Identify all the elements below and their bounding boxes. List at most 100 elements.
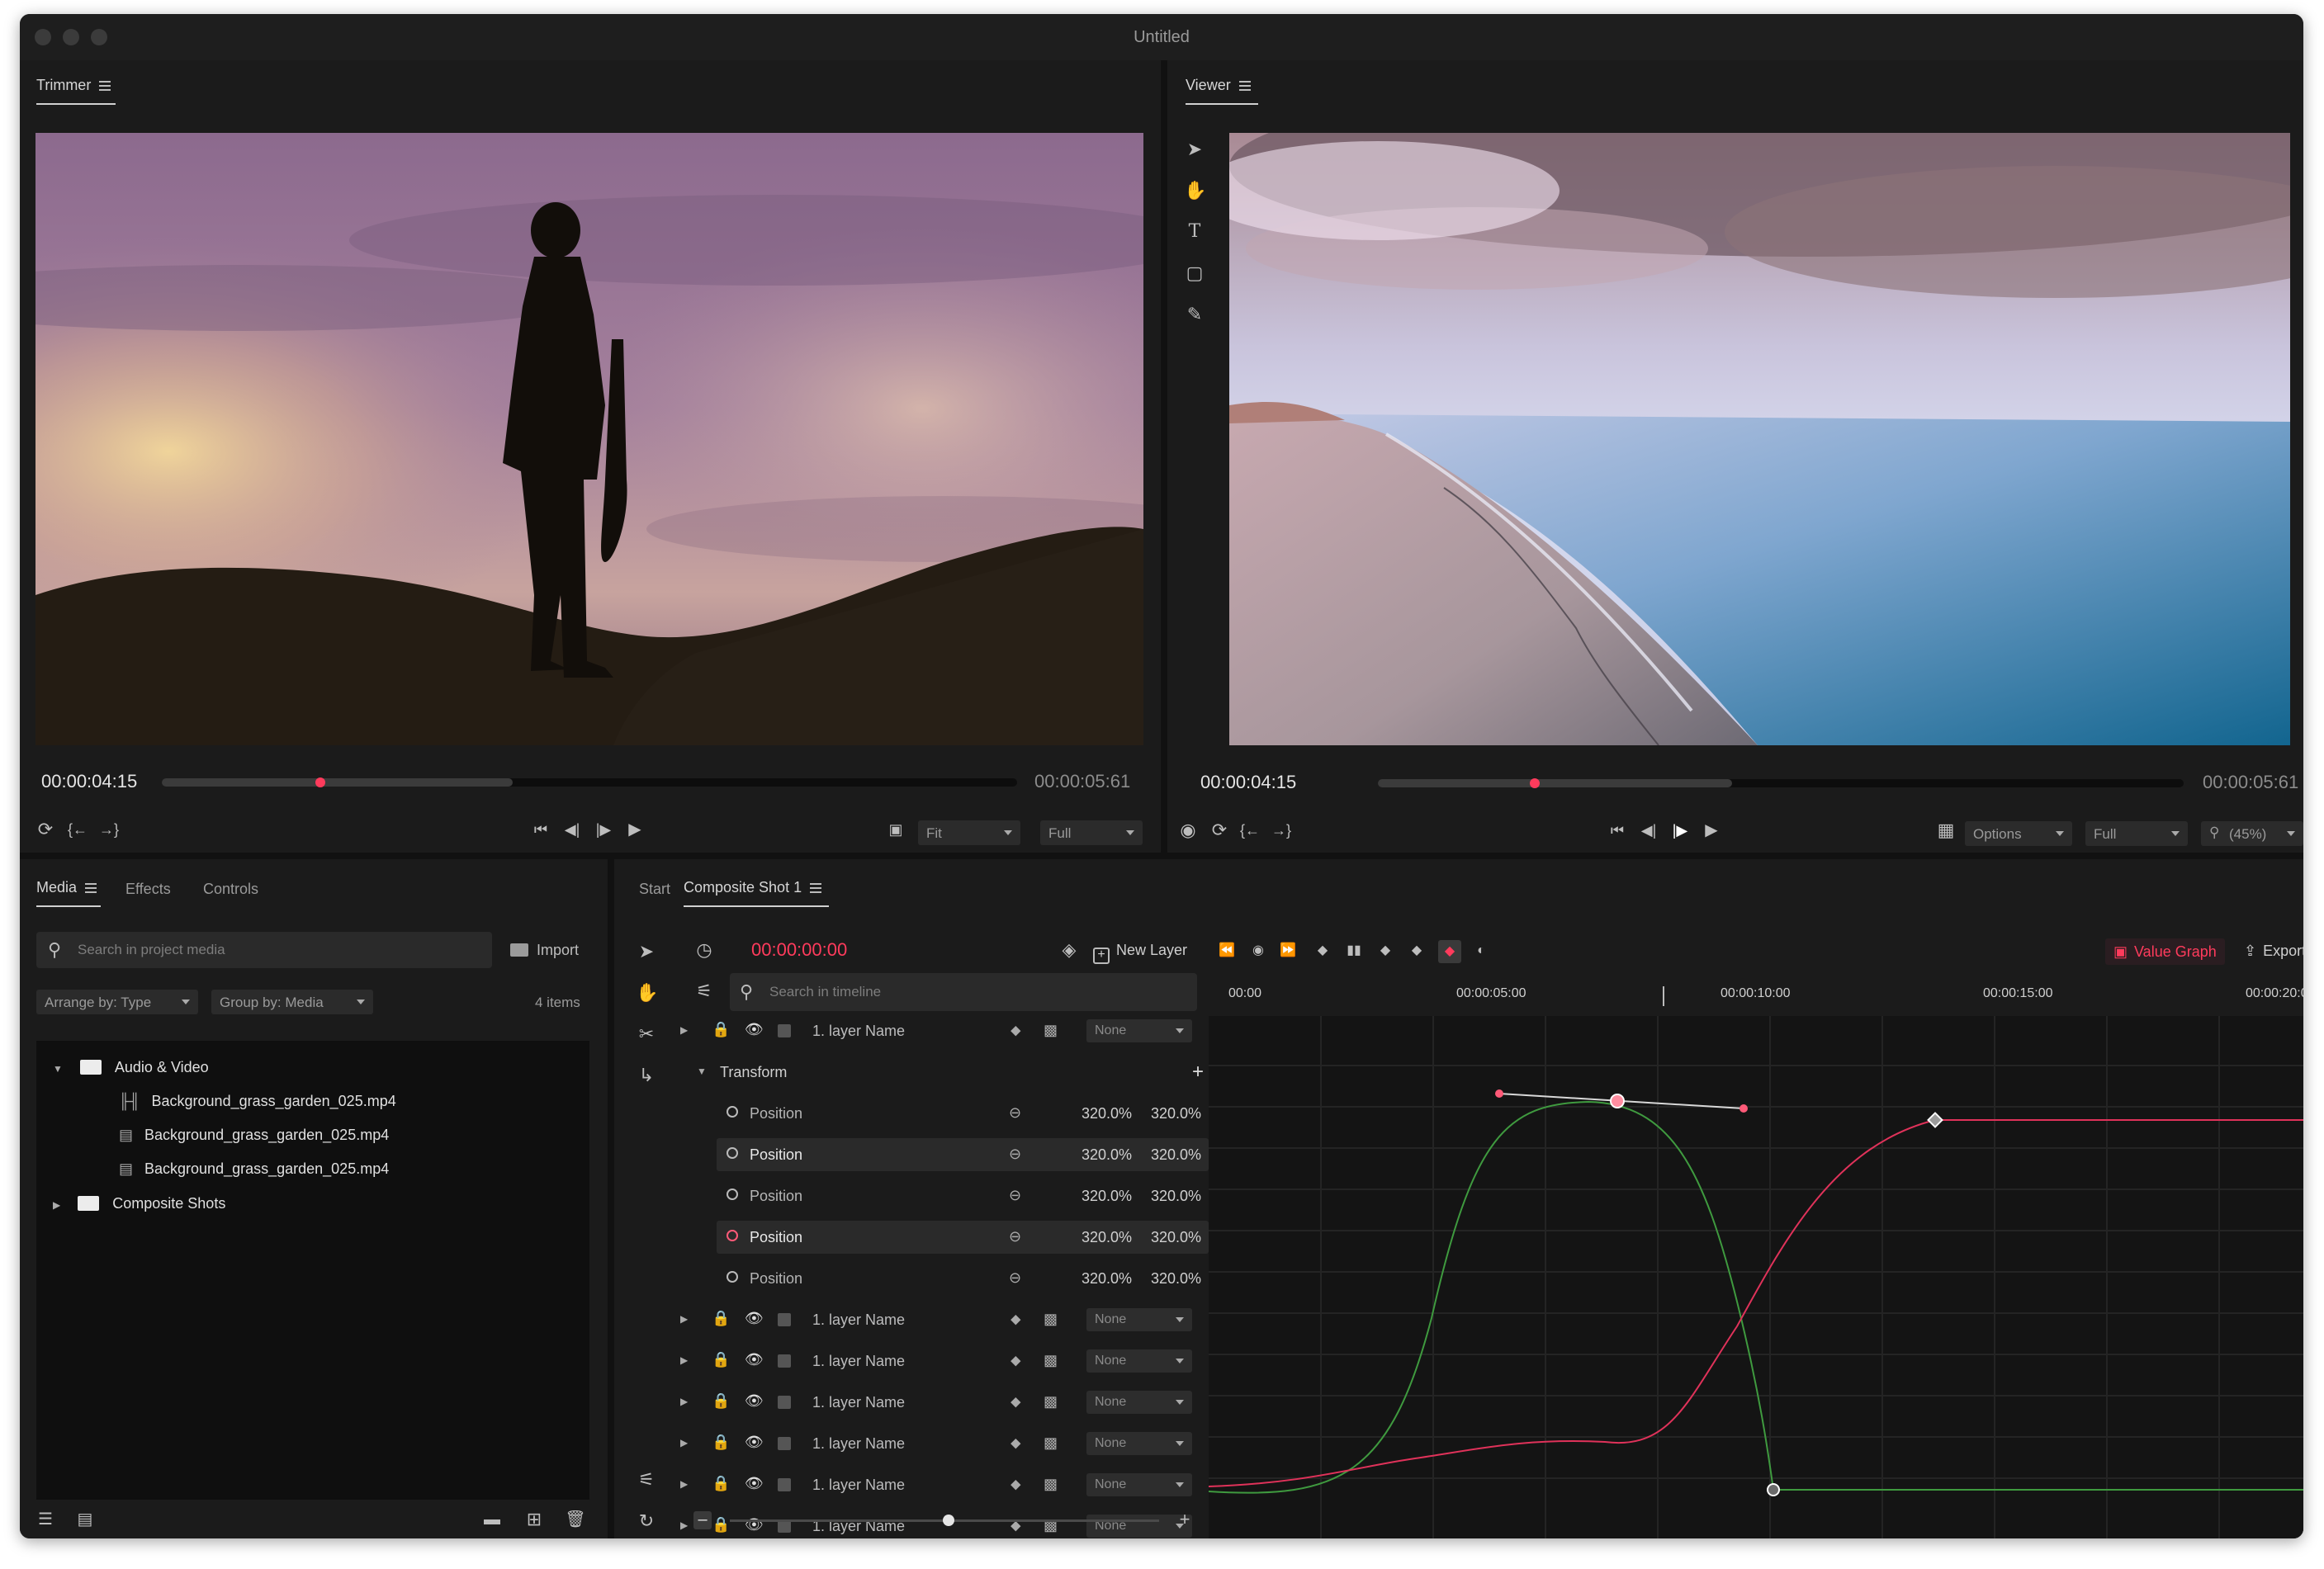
blend-mode-select[interactable]: None [1086, 1019, 1192, 1042]
list-view-icon[interactable]: ☰ [35, 1510, 56, 1529]
color-swatch[interactable] [778, 1396, 791, 1409]
tab-effects[interactable]: Effects [125, 881, 171, 898]
keyframe-toggle-icon[interactable] [727, 1189, 738, 1200]
property-x-value[interactable]: 320.0% [1082, 1105, 1132, 1122]
ease-in-icon[interactable]: ◆ [1314, 941, 1331, 961]
color-swatch[interactable] [778, 1478, 791, 1491]
keyframe-toggle-icon[interactable] [727, 1271, 738, 1283]
grid-layout-icon[interactable]: ▦ [1934, 820, 1958, 840]
checker-icon[interactable]: ▩ [1044, 1476, 1058, 1493]
mark-out-icon[interactable]: →} [97, 820, 121, 839]
link-icon[interactable]: ⊖ [1009, 1187, 1021, 1204]
zoom-slider[interactable] [730, 1515, 1159, 1526]
play-icon[interactable]: ▶ [624, 820, 646, 839]
chevron-right-icon[interactable]: ▶ [680, 1437, 688, 1448]
list-item[interactable]: ╟╢ Background_grass_garden_025.mp4 [119, 1093, 396, 1110]
list-item[interactable]: ▤ Background_grass_garden_025.mp4 [119, 1160, 389, 1178]
tag-icon[interactable]: ⬥ [1011, 1476, 1021, 1493]
tab-composite-shot[interactable]: Composite Shot 1 [684, 879, 822, 896]
trimmer-playhead[interactable] [315, 777, 325, 787]
lock-icon[interactable]: 🔒 [712, 1021, 730, 1038]
lock-icon[interactable]: 🔒 [712, 1434, 730, 1451]
blend-mode-select[interactable]: None [1086, 1349, 1192, 1373]
lock-icon[interactable]: 🔒 [712, 1351, 730, 1368]
list-item[interactable]: ▤ Background_grass_garden_025.mp4 [119, 1127, 389, 1144]
color-swatch[interactable] [778, 1313, 791, 1326]
link-tool-icon[interactable]: ↻ [636, 1511, 657, 1531]
tag-icon[interactable]: ⬥ [1011, 1022, 1021, 1039]
filter-icon[interactable]: ⚟ [693, 981, 715, 1001]
lock-icon[interactable]: 🔒 [712, 1392, 730, 1410]
property-y-value[interactable]: 320.0% [1151, 1105, 1201, 1122]
property-row[interactable]: Position ⊖ 320.0% 320.0% [680, 1262, 1209, 1295]
trimmer-scrubber[interactable] [162, 777, 1017, 787]
zoom-out-button[interactable]: – [693, 1511, 712, 1529]
link-icon[interactable]: ⊖ [1009, 1228, 1021, 1245]
property-y-value[interactable]: 320.0% [1151, 1270, 1201, 1288]
detail-view-icon[interactable]: ▤ [74, 1510, 96, 1529]
pen-tool-icon[interactable]: ✎ [1184, 305, 1205, 324]
viewer-options-select[interactable]: Options [1965, 821, 2072, 846]
zoom-slider-thumb[interactable] [943, 1515, 954, 1526]
blend-mode-select[interactable]: None [1086, 1432, 1192, 1455]
blend-mode-select[interactable]: None [1086, 1473, 1192, 1496]
vertical-splitter[interactable] [608, 859, 614, 1538]
trimmer-tab[interactable]: Trimmer [36, 77, 111, 94]
eye-icon[interactable]: 👁 [745, 1021, 764, 1038]
add-item-icon[interactable]: ⊞ [523, 1510, 545, 1529]
menu-icon[interactable] [1238, 80, 1251, 91]
curve-tool-icon[interactable]: ↳ [636, 1066, 657, 1085]
chevron-right-icon[interactable]: ▶ [680, 1024, 688, 1036]
property-y-value[interactable]: 320.0% [1151, 1229, 1201, 1246]
layer-row[interactable]: ▶ 🔒 👁 1. layer Name ⬥ ▩ None [680, 1303, 1209, 1336]
mark-in-icon[interactable]: {← [66, 820, 89, 839]
step-back-icon[interactable]: ◀| [561, 820, 583, 839]
eye-icon[interactable]: 👁 [745, 1392, 764, 1410]
link-icon[interactable]: ⊖ [1009, 1146, 1021, 1163]
checker-icon[interactable]: ▩ [1044, 1352, 1058, 1369]
folder-audio-video[interactable]: ▼ Audio & Video [53, 1059, 209, 1076]
keyframe-toggle-icon[interactable] [727, 1106, 738, 1118]
viewer-tab[interactable]: Viewer [1186, 77, 1251, 94]
ease-out-icon[interactable]: ◆ [1377, 941, 1394, 961]
color-swatch[interactable] [778, 1354, 791, 1368]
chevron-down-icon[interactable]: ▼ [53, 1063, 63, 1075]
lock-icon[interactable]: 🔒 [712, 1516, 730, 1534]
tab-controls[interactable]: Controls [203, 881, 258, 898]
trimmer-fit-select[interactable]: Fit [918, 820, 1020, 845]
safe-zone-icon[interactable]: ▣ [885, 820, 906, 839]
viewer-zoom-select[interactable]: ⚲ (45%) [2201, 821, 2303, 846]
eye-icon[interactable]: 👁 [745, 1351, 764, 1368]
layer-row[interactable]: ▶ 🔒 👁 1. layer Name ⬥ ▩ None [680, 1345, 1209, 1378]
step-forward-icon[interactable]: |▶ [593, 820, 614, 839]
property-row[interactable]: Position ⊖ 320.0% 320.0% [680, 1138, 1209, 1171]
blend-mode-select[interactable]: None [1086, 1308, 1192, 1331]
mark-out-icon[interactable]: →} [1270, 820, 1293, 840]
add-property-icon[interactable]: + [1192, 1061, 1204, 1084]
skip-to-start-icon[interactable]: ⏮ [530, 820, 551, 839]
zoom-in-button[interactable]: + [1176, 1510, 1194, 1529]
auto-bezier-icon[interactable]: ◆ [1438, 940, 1461, 963]
link-icon[interactable]: ⊖ [1009, 1104, 1021, 1122]
tag-icon[interactable]: ⬥ [1011, 1311, 1021, 1328]
lock-icon[interactable]: 🔒 [712, 1475, 730, 1492]
loop-icon[interactable]: ⟳ [1209, 820, 1230, 840]
select-tool-icon[interactable]: ➤ [636, 942, 657, 962]
chevron-right-icon[interactable]: ▶ [680, 1313, 688, 1325]
menu-icon[interactable] [85, 882, 97, 893]
color-swatch[interactable] [778, 1024, 791, 1037]
info-icon[interactable]: ◐ [1473, 941, 1489, 961]
checker-icon[interactable]: ▩ [1044, 1311, 1058, 1328]
adjust-icon[interactable]: ⚟ [636, 1470, 657, 1490]
property-y-value[interactable]: 320.0% [1151, 1146, 1201, 1164]
chevron-right-icon[interactable]: ▶ [680, 1354, 688, 1366]
linear-icon[interactable]: ◆ [1408, 941, 1425, 961]
layers-icon[interactable]: ◈ [1058, 940, 1080, 960]
chevron-right-icon[interactable]: ▶ [680, 1396, 688, 1407]
select-tool-icon[interactable]: ➤ [1184, 139, 1205, 159]
record-keyframe-icon[interactable]: ◉ [1250, 941, 1266, 961]
blend-mode-select[interactable]: None [1086, 1391, 1192, 1414]
group-select[interactable]: Group by: Media [211, 990, 373, 1014]
chevron-right-icon[interactable]: ▶ [680, 1478, 688, 1490]
keyframe-toggle-icon[interactable] [727, 1147, 738, 1159]
